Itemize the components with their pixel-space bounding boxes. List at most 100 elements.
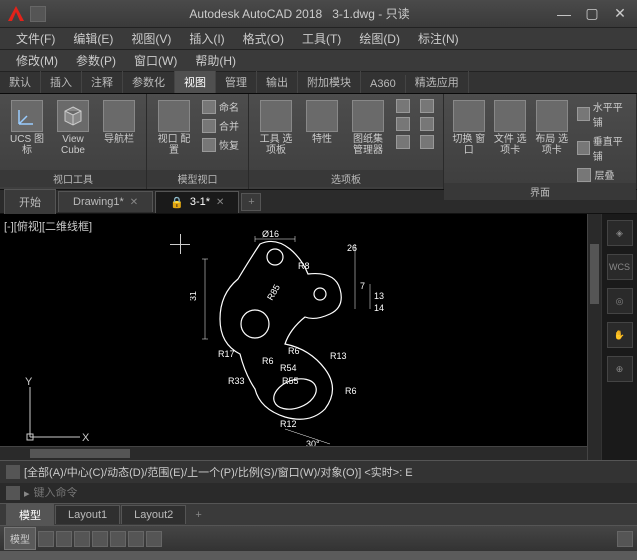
ribbon-tab-a360[interactable]: A360 [361, 75, 406, 93]
ribbon-tab-default[interactable]: 默认 [0, 71, 41, 93]
command-line[interactable]: ▸ [0, 483, 637, 503]
palette-small-6[interactable] [417, 134, 437, 150]
restore-vp-button[interactable]: 恢复 [199, 136, 242, 153]
ribbon-tab-manage[interactable]: 管理 [216, 71, 257, 93]
menu-view[interactable]: 视图(V) [123, 28, 179, 49]
status-grid-icon[interactable] [38, 531, 54, 547]
layout-tab-1[interactable]: Layout1 [55, 505, 120, 524]
ribbon-tab-param[interactable]: 参数化 [123, 71, 175, 93]
join-vp-button[interactable]: 合并 [199, 117, 242, 134]
svg-text:Y: Y [25, 377, 33, 388]
status-model-button[interactable]: 模型 [4, 527, 36, 550]
status-lwt-icon[interactable] [146, 531, 162, 547]
layout-tabs-button[interactable]: 布局 选项卡 [533, 98, 570, 158]
command-input[interactable] [34, 487, 631, 499]
svg-text:R6: R6 [262, 356, 274, 366]
ribbon-tab-insert[interactable]: 插入 [41, 71, 82, 93]
app-logo[interactable] [6, 4, 26, 24]
zoom-tool[interactable]: ⊕ [607, 356, 633, 382]
svg-text:R6: R6 [345, 386, 357, 396]
sheet-icon [352, 100, 384, 132]
tile-h-button[interactable]: 水平平铺 [574, 98, 630, 130]
status-osnap-icon[interactable] [110, 531, 126, 547]
add-layout-button[interactable]: + [187, 506, 209, 524]
palette-small-1[interactable] [393, 98, 413, 114]
close-button[interactable]: ✕ [609, 5, 631, 23]
ribbon-tab-featured[interactable]: 精选应用 [406, 71, 469, 93]
menu-params[interactable]: 参数(P) [68, 50, 124, 71]
menu-modify[interactable]: 修改(M) [8, 50, 66, 71]
cmd-history-icon[interactable] [6, 465, 20, 479]
tool-palette-button[interactable]: 工具 选项板 [255, 98, 297, 158]
ribbon-tab-addons[interactable]: 附加模块 [298, 71, 361, 93]
qat-dropdown[interactable] [30, 6, 46, 22]
file-tab-drawing1[interactable]: Drawing1*✕ [58, 191, 153, 212]
menubar-row1: 文件(F) 编辑(E) 视图(V) 插入(I) 格式(O) 工具(T) 绘图(D… [0, 28, 637, 50]
status-customization-icon[interactable] [617, 531, 633, 547]
horizontal-scrollbar[interactable] [0, 446, 587, 460]
menu-help[interactable]: 帮助(H) [187, 50, 244, 71]
sheetset-button[interactable]: 图纸集 管理器 [347, 98, 389, 158]
palette-small-3[interactable] [393, 134, 413, 150]
close-icon[interactable]: ✕ [216, 197, 224, 208]
viewcube-button[interactable]: View Cube [52, 98, 94, 158]
vp-config-button[interactable]: 视口 配置 [153, 98, 195, 158]
panel-title-ui: 界面 [444, 183, 636, 200]
menu-insert[interactable]: 插入(I) [181, 28, 232, 49]
properties-button[interactable]: 特性 [301, 98, 343, 147]
cmd-close-icon[interactable] [6, 486, 20, 500]
navigation-bar: ◈ WCS ◎ ✋ ⊕ [601, 214, 637, 460]
pan-tool[interactable]: ✋ [607, 322, 633, 348]
minimize-button[interactable]: — [553, 5, 575, 23]
viewport-controls[interactable]: [-][俯视][二维线框] [4, 218, 92, 234]
svg-text:R12: R12 [280, 419, 297, 429]
maximize-button[interactable]: ▢ [581, 5, 603, 23]
switch-window-button[interactable]: 切换 窗口 [450, 98, 487, 158]
small-icon [420, 135, 434, 149]
layout-tab-model[interactable]: 模型 [6, 503, 54, 526]
wcs-indicator[interactable]: WCS [607, 254, 633, 280]
viewcube-widget[interactable]: ◈ [607, 220, 633, 246]
menu-format[interactable]: 格式(O) [235, 28, 292, 49]
tile-v-button[interactable]: 垂直平铺 [574, 132, 630, 164]
menu-draw[interactable]: 绘图(D) [351, 28, 408, 49]
file-tab-start[interactable]: 开始 [4, 189, 56, 214]
status-snap-icon[interactable] [56, 531, 72, 547]
ribbon-tab-output[interactable]: 输出 [257, 71, 298, 93]
vertical-scrollbar[interactable] [587, 214, 601, 460]
navbar-button[interactable]: 导航栏 [98, 98, 140, 147]
props-icon [306, 100, 338, 132]
panel-interface: 切换 窗口 文件 选项卡 布局 选项卡 水平平铺 垂直平铺 层叠 界面 [444, 94, 637, 189]
svg-text:14: 14 [374, 303, 384, 313]
status-bar: 模型 [0, 525, 637, 551]
cascade-button[interactable]: 层叠 [574, 166, 630, 183]
svg-text:7: 7 [360, 281, 365, 291]
ribbon-tab-view[interactable]: 视图 [175, 71, 216, 93]
steering-wheel[interactable]: ◎ [607, 288, 633, 314]
new-file-tab[interactable]: + [241, 193, 261, 211]
window-title: Autodesk AutoCAD 2018 3-1.dwg - 只读 [46, 5, 553, 22]
palette-small-4[interactable] [417, 98, 437, 114]
file-tab-3-1[interactable]: 🔒3-1*✕ [155, 191, 239, 213]
palette-small-2[interactable] [393, 116, 413, 132]
viewport-icon [158, 100, 190, 132]
menu-dim[interactable]: 标注(N) [410, 28, 467, 49]
file-tabs-button[interactable]: 文件 选项卡 [491, 98, 528, 158]
layout-tab-2[interactable]: Layout2 [121, 505, 186, 524]
ribbon-tab-annotate[interactable]: 注释 [82, 71, 123, 93]
svg-text:31: 31 [190, 291, 198, 301]
menu-window[interactable]: 窗口(W) [126, 50, 185, 71]
menu-edit[interactable]: 编辑(E) [65, 28, 121, 49]
menu-file[interactable]: 文件(F) [8, 28, 63, 49]
status-otrack-icon[interactable] [128, 531, 144, 547]
status-polar-icon[interactable] [92, 531, 108, 547]
status-ortho-icon[interactable] [74, 531, 90, 547]
menu-tools[interactable]: 工具(T) [294, 28, 349, 49]
named-vp-button[interactable]: 命名 [199, 98, 242, 115]
filetab-icon [494, 100, 526, 132]
palette-small-5[interactable] [417, 116, 437, 132]
drawing-canvas[interactable]: [-][俯视][二维线框] [0, 214, 601, 460]
titlebar: Autodesk AutoCAD 2018 3-1.dwg - 只读 — ▢ ✕ [0, 0, 637, 28]
close-icon[interactable]: ✕ [130, 197, 138, 208]
ucs-icon-button[interactable]: UCS 图标 [6, 98, 48, 158]
